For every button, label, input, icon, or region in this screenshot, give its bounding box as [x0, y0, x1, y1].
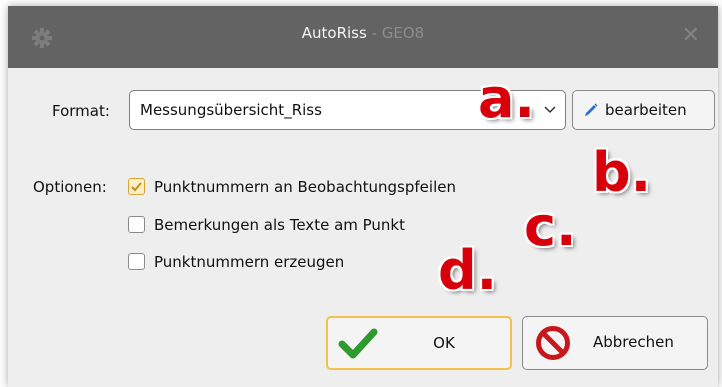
ok-button[interactable]: OK: [326, 316, 512, 370]
format-label: Format:: [52, 102, 110, 120]
checkmark-small-icon: [131, 182, 142, 192]
edit-format-button-label: bearbeiten: [605, 101, 687, 119]
window-title: AutoRiss - GEO8: [8, 24, 718, 42]
checkbox-unchecked[interactable]: [128, 216, 145, 233]
cancel-button[interactable]: Abbrechen: [522, 316, 708, 370]
chevron-down-icon: [544, 106, 556, 114]
ok-button-label: OK: [433, 334, 455, 352]
checkbox-unchecked[interactable]: [128, 253, 145, 270]
checkbox-checked[interactable]: [128, 178, 145, 195]
cancel-button-label: Abbrechen: [593, 333, 674, 351]
annotation-c: c.: [524, 195, 577, 258]
edit-format-button[interactable]: bearbeiten: [572, 90, 715, 130]
annotation-b: b.: [592, 141, 652, 204]
title-bar[interactable]: AutoRiss - GEO8 ✕: [8, 6, 718, 68]
annotation-a: a.: [478, 67, 535, 130]
prohibition-icon: [536, 326, 570, 360]
window-title-suffix: - GEO8: [366, 24, 425, 42]
pencil-icon: [585, 103, 598, 116]
option-label: Bemerkungen als Texte am Punkt: [154, 216, 406, 234]
option-label: Punktnummern an Beobachtungspfeilen: [154, 178, 456, 196]
close-icon[interactable]: ✕: [682, 24, 700, 48]
annotation-d: d.: [438, 239, 498, 302]
format-select-value: Messungsübersicht_Riss: [140, 101, 322, 119]
option-label: Punktnummern erzeugen: [154, 253, 345, 271]
options-label: Optionen:: [33, 178, 107, 196]
window-title-name: AutoRiss: [301, 24, 367, 42]
